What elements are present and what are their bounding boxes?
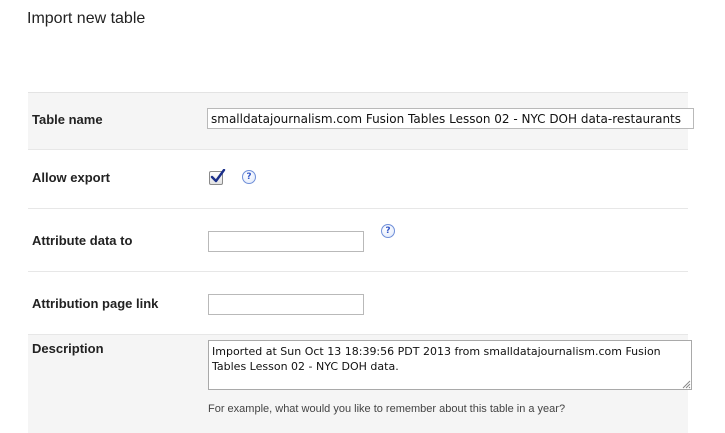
description-hint: For example, what would you like to reme… — [208, 403, 566, 415]
attribution-link-row: Attribution page link — [28, 271, 688, 334]
table-name-row: Table name — [28, 92, 694, 149]
description-row: Description Imported at Sun Oct 13 18:39… — [28, 334, 692, 433]
allow-export-row: Allow export ? — [28, 149, 688, 208]
attribution-link-input[interactable] — [208, 294, 364, 315]
page-title: Import new table — [27, 10, 146, 27]
allow-export-checkbox[interactable] — [209, 169, 226, 185]
checkmark-icon — [210, 169, 226, 183]
allow-export-label: Allow export — [32, 170, 111, 185]
resize-grip-icon[interactable] — [682, 380, 691, 389]
attribute-data-row: Attribute data to ? — [28, 208, 688, 271]
description-label: Description — [32, 341, 104, 356]
table-name-input[interactable] — [207, 108, 694, 129]
attribution-link-label: Attribution page link — [32, 296, 159, 311]
attribute-data-input[interactable] — [208, 231, 364, 252]
allow-export-help-icon[interactable]: ? — [242, 170, 256, 184]
attribute-data-help-icon[interactable]: ? — [381, 224, 395, 238]
table-name-label: Table name — [32, 112, 103, 127]
import-table-form: Table name Allow export ? Attribute data… — [28, 92, 694, 433]
description-textarea[interactable]: Imported at Sun Oct 13 18:39:56 PDT 2013… — [208, 340, 692, 390]
attribute-data-label: Attribute data to — [32, 233, 133, 248]
